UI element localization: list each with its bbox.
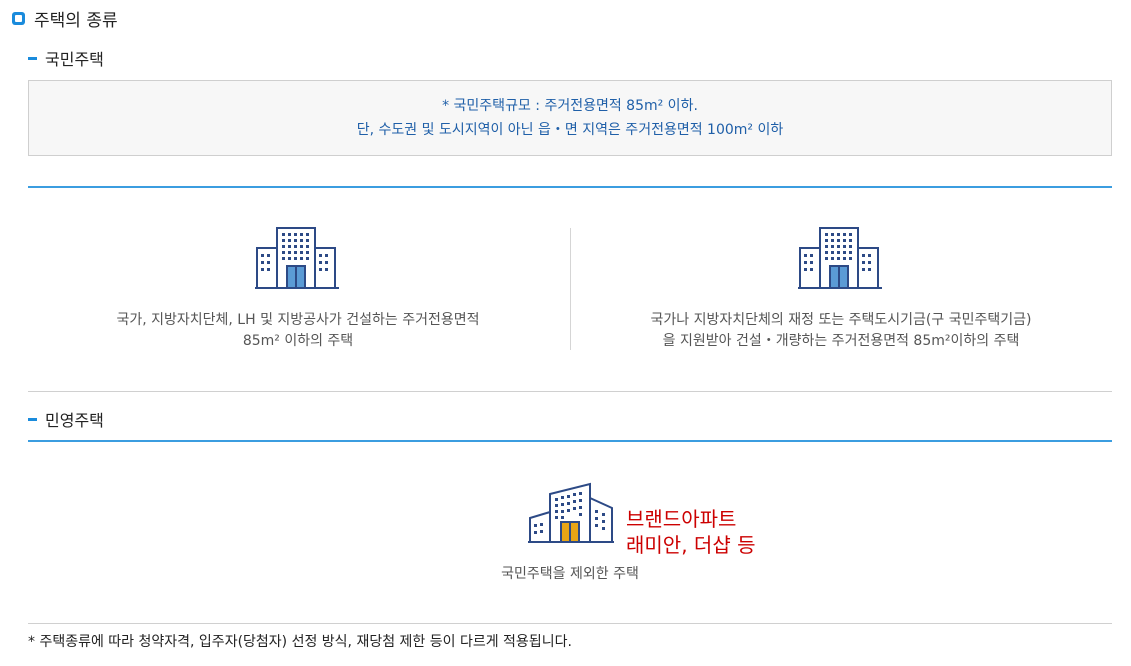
square-bullet-icon <box>12 12 25 25</box>
footnote: * 주택종류에 따라 청약자격, 입주자(당첨자) 선정 방식, 재당첨 제한 … <box>28 634 572 650</box>
public-housing-heading: 국민주택 <box>28 46 104 70</box>
private-housing-description: 국민주택을 제외한 주택 <box>501 566 639 582</box>
dash-bullet-icon <box>28 417 37 421</box>
dash-bullet-icon <box>28 56 37 60</box>
public-housing-type-1-description: 국가, 지방자치단체, LH 및 지방공사가 건설하는 주거전용면적 85m² … <box>116 312 480 349</box>
public-housing-type-2-description: 국가나 지방자치단체의 재정 또는 주택도시기금(구 국민주택기금) 을 지원받… <box>650 312 1032 349</box>
brand-apartment-label: 브랜드아파트 래미안, 더샵 등 <box>626 506 755 558</box>
page-title-text: 주택의 종류 <box>34 11 118 31</box>
public-housing-heading-text: 국민주택 <box>45 50 104 69</box>
brand-label-line-2: 래미안, 더샵 등 <box>626 533 756 557</box>
section-divider <box>28 186 1112 188</box>
section-divider <box>28 391 1112 392</box>
page-title: 주택의 종류 <box>12 6 118 31</box>
public-housing-type-2: 국가나 지방자치단체의 재정 또는 주택도시기금(구 국민주택기금) 을 지원받… <box>571 224 1111 352</box>
section-divider <box>28 440 1112 442</box>
private-housing-heading-text: 민영주택 <box>45 411 104 430</box>
section-divider <box>28 623 1112 624</box>
apartment-building-icon <box>526 480 618 546</box>
building-icon <box>253 224 343 292</box>
brand-label-line-1: 브랜드아파트 <box>626 507 737 531</box>
housing-size-notice: * 국민주택규모 : 주거전용면적 85m² 이하. 단, 수도권 및 도시지역… <box>28 80 1112 156</box>
notice-line-1: * 국민주택규모 : 주거전용면적 85m² 이하. <box>442 98 698 114</box>
building-icon <box>796 224 886 292</box>
private-housing-heading: 민영주택 <box>28 407 104 431</box>
notice-line-2: 단, 수도권 및 도시지역이 아닌 읍・면 지역은 주거전용면적 100m² 이… <box>356 122 784 138</box>
public-housing-type-1: 국가, 지방자치단체, LH 및 지방공사가 건설하는 주거전용면적 85m² … <box>28 224 568 352</box>
